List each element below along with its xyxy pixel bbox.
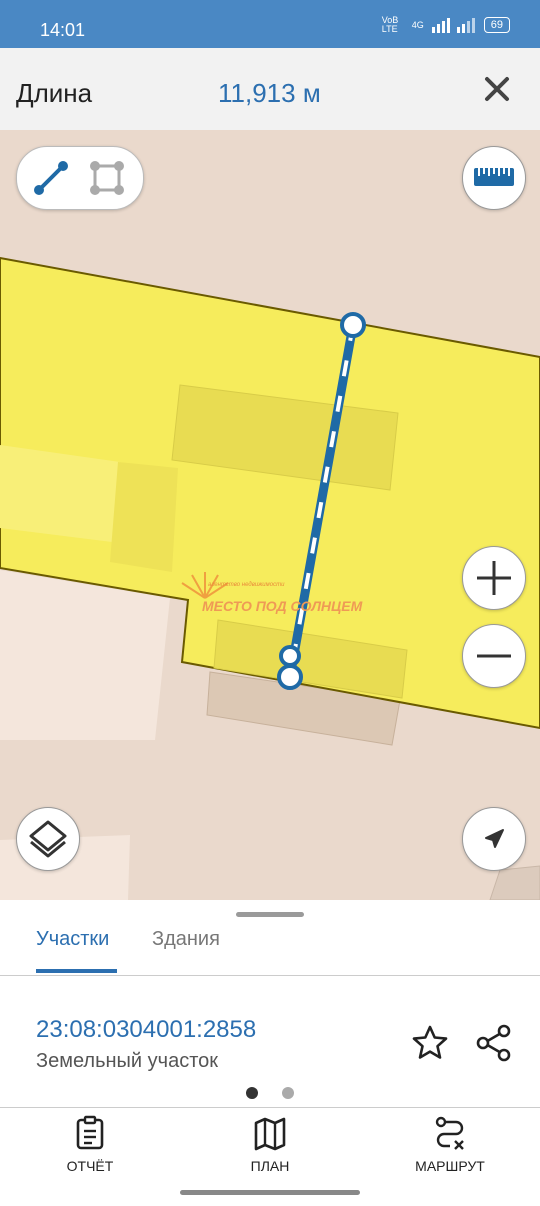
watermark-logo: агентство недвижимости МЕСТО ПОД СОЛНЦЕМ bbox=[170, 568, 380, 618]
nav-plan-label: ПЛАН bbox=[250, 1158, 290, 1174]
measure-label: Длина bbox=[16, 78, 93, 108]
home-indicator[interactable] bbox=[180, 1190, 360, 1195]
plus-icon bbox=[477, 561, 511, 595]
measure-bar: Длина 11,913 м bbox=[0, 48, 540, 130]
share-icon[interactable] bbox=[474, 1023, 514, 1063]
tab-parcels[interactable]: Участки bbox=[36, 928, 109, 951]
tabs-divider bbox=[0, 975, 540, 976]
navigation-arrow-icon bbox=[485, 829, 504, 848]
pager-dot[interactable] bbox=[282, 1087, 294, 1099]
measure-point-end[interactable] bbox=[277, 664, 303, 690]
building bbox=[0, 445, 120, 542]
sheet-drag-handle[interactable] bbox=[236, 912, 304, 917]
network-label: 4G bbox=[411, 20, 424, 30]
nav-route-label: МАРШРУТ bbox=[415, 1158, 485, 1174]
measure-point-start[interactable] bbox=[340, 312, 366, 338]
status-bar: 14:01 VoB LTE 4G 69 bbox=[0, 0, 540, 48]
star-icon[interactable] bbox=[410, 1023, 450, 1063]
map-icon bbox=[254, 1117, 286, 1151]
nav-divider bbox=[0, 1107, 540, 1108]
operator-label: VoB LTE bbox=[381, 15, 399, 34]
signal-icon bbox=[431, 18, 475, 33]
zoom-out-button[interactable] bbox=[462, 624, 526, 688]
nav-report[interactable]: ОТЧЁТ bbox=[20, 1115, 160, 1185]
route-icon bbox=[435, 1116, 464, 1150]
report-icon bbox=[76, 1115, 104, 1150]
status-time: 14:01 bbox=[40, 20, 86, 40]
cadastral-number[interactable]: 23:08:0304001:2858 bbox=[36, 1016, 256, 1044]
layers-icon bbox=[29, 820, 67, 858]
nav-plan[interactable]: ПЛАН bbox=[200, 1115, 340, 1185]
building bbox=[110, 462, 178, 572]
watermark-subtitle: агентство недвижимости bbox=[208, 582, 285, 588]
status-indicators: VoB LTE 4G 69 bbox=[382, 16, 510, 34]
close-icon[interactable] bbox=[480, 72, 514, 106]
nav-report-label: ОТЧЁТ bbox=[66, 1158, 114, 1174]
parcel-type: Земельный участок bbox=[36, 1050, 219, 1072]
map-canvas[interactable] bbox=[0, 130, 540, 900]
layers-button[interactable] bbox=[16, 807, 80, 871]
battery-indicator: 69 bbox=[483, 17, 510, 33]
zoom-in-button[interactable] bbox=[462, 546, 526, 610]
tab-buildings[interactable]: Здания bbox=[152, 928, 220, 951]
line-measure-icon[interactable] bbox=[33, 160, 69, 196]
minus-icon bbox=[477, 654, 511, 658]
my-location-button[interactable] bbox=[462, 807, 526, 871]
active-tab-indicator bbox=[36, 969, 117, 973]
ruler-button[interactable] bbox=[462, 146, 526, 210]
pager-dot-active[interactable] bbox=[246, 1087, 258, 1099]
measure-point-mid[interactable] bbox=[279, 645, 301, 667]
area-measure-icon[interactable] bbox=[89, 160, 125, 196]
map-view[interactable] bbox=[0, 130, 540, 900]
measure-value: 11,913 м bbox=[218, 78, 321, 108]
ruler-icon bbox=[474, 168, 514, 186]
neighbor-building bbox=[489, 865, 540, 900]
watermark-title: МЕСТО ПОД СОЛНЦЕМ bbox=[202, 598, 363, 614]
nav-route[interactable]: МАРШРУТ bbox=[380, 1115, 520, 1185]
neighbor-parcel bbox=[0, 570, 170, 740]
measure-mode-toggle bbox=[16, 146, 144, 210]
